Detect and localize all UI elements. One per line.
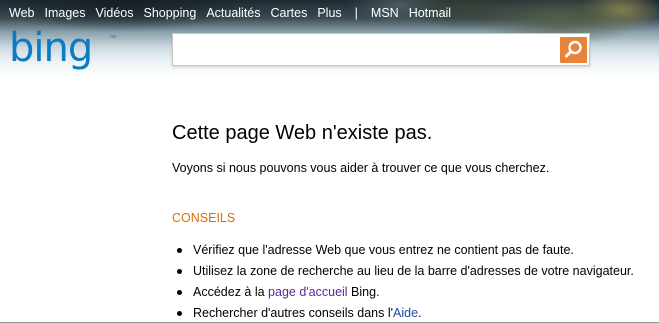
nav-plus[interactable]: Plus [317,6,341,20]
tip-item: Vérifiez que l'adresse Web que vous entr… [172,240,652,261]
tips-heading: CONSEILS [172,211,236,225]
bing-logo[interactable]: bing ™ [9,25,121,74]
search-button[interactable] [560,37,587,63]
nav-cartes[interactable]: Cartes [271,6,308,20]
help-link[interactable]: Aide [393,306,418,320]
top-nav: Web Images Vidéos Shopping Actualités Ca… [0,5,451,21]
page-title: Cette page Web n'existe pas. [172,122,433,144]
bullet [177,248,182,253]
bullet [177,290,182,295]
bing-error-page: Web Images Vidéos Shopping Actualités Ca… [0,0,659,323]
nav-shopping[interactable]: Shopping [143,6,196,20]
page-subtitle: Voyons si nous pouvons vous aider à trou… [172,161,550,175]
search-box [172,33,590,66]
header: Web Images Vidéos Shopping Actualités Ca… [0,0,659,78]
tip-text-suffix: . [418,306,422,320]
tip-text-prefix: Rechercher d'autres conseils dans l' [193,306,394,320]
nav-separator: | [354,6,358,20]
trademark-mark: ™ [109,35,116,42]
nav-web[interactable]: Web [9,6,34,20]
bing-logo-text: bing [9,28,92,71]
homepage-link[interactable]: page d'accueil [268,285,348,299]
nav-hotmail[interactable]: Hotmail [409,6,451,20]
tip-item: Accédez à la page d'accueil Bing. [172,282,652,303]
tip-text-prefix: Accédez à la [193,285,269,299]
bing-logo-wordmark: bing ™ [9,25,116,71]
search-input[interactable] [177,38,561,62]
tip-item: Utilisez la zone de recherche au lieu de… [172,261,652,282]
nav-actualites[interactable]: Actualités [206,6,260,20]
tip-text: Utilisez la zone de recherche au lieu de… [193,264,634,278]
main-content: Cette page Web n'existe pas. Voyons si n… [172,118,652,322]
nav-msn[interactable]: MSN [371,6,399,20]
tips-list: Vérifiez que l'adresse Web que vous entr… [172,240,652,322]
tip-item: Rechercher d'autres conseils dans l'Aide… [172,303,652,322]
tip-text-suffix: Bing. [347,285,380,299]
nav-videos[interactable]: Vidéos [95,6,133,20]
nav-images[interactable]: Images [44,6,85,20]
bullet [177,311,182,316]
tip-text: Vérifiez que l'adresse Web que vous entr… [193,243,574,257]
magnifier-icon [565,40,582,58]
bullet [177,269,182,274]
